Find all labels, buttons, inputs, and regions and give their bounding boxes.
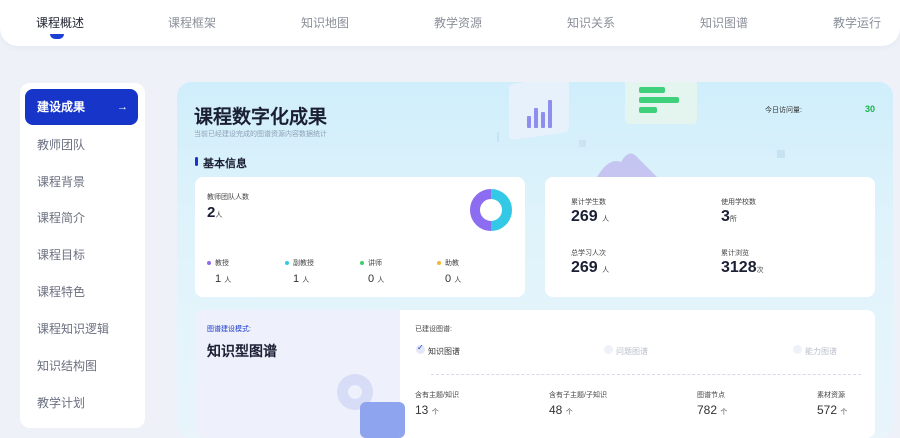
sidebar-item-course-goals[interactable]: 课程目标 <box>20 237 145 273</box>
tab-course-framework[interactable]: 课程框架 <box>168 14 216 31</box>
legend-dot <box>360 261 364 266</box>
team-count-value: 2人 <box>207 204 223 221</box>
legend-dot <box>285 261 289 266</box>
tab-course-overview[interactable]: 课程概述 <box>36 14 84 31</box>
stat-value-schools: 3所 <box>721 208 737 225</box>
stat-value-students: 269 人 <box>571 208 610 225</box>
graph-mode-value: 知识型图谱 <box>207 343 277 359</box>
sidebar-item-knowledge-logic[interactable]: 课程知识逻辑 <box>20 311 145 347</box>
team-donut-chart <box>470 189 512 231</box>
sidebar-item-teaching-plan[interactable]: 教学计划 <box>20 385 145 421</box>
stat-label-schools: 使用学校数 <box>721 199 756 206</box>
graph-build-card: 图谱建设模式: 知识型图谱 已建设图谱: ✓ 知识图谱 问题图谱 能力图谱 含有… <box>195 310 875 438</box>
graph-type-knowledge[interactable]: 知识图谱 <box>428 346 460 357</box>
sidebar-item-teacher-team[interactable]: 教师团队 <box>20 127 145 163</box>
sidebar-item-label: 建设成果 <box>37 100 86 114</box>
tab-knowledge-map[interactable]: 知识地图 <box>301 14 349 31</box>
metric-label-topics: 含有主题/知识 <box>415 392 459 399</box>
sidebar: 建设成果 → 教师团队 课程背景 课程简介 课程目标 课程特色 课程知识逻辑 知… <box>20 83 145 428</box>
metric-value-subtopics: 48 个 <box>549 403 573 417</box>
role-professor-count: 1 人 <box>215 273 232 285</box>
page-subtitle: 当前已经建设完成的图谱资源内容数据统计 <box>194 131 327 138</box>
role-associate-professor-count: 1 人 <box>293 273 310 285</box>
legend-dot <box>437 261 441 266</box>
today-visits-value: 30 <box>865 104 876 114</box>
unchecked-circle-icon[interactable] <box>793 345 802 354</box>
tab-knowledge-graph[interactable]: 知识图谱 <box>700 14 748 31</box>
graph-mode-label: 图谱建设模式: <box>207 326 251 333</box>
role-lecturer-count: 0 人 <box>368 273 385 285</box>
tab-teaching-resources[interactable]: 教学资源 <box>434 14 482 31</box>
legend-dot <box>207 261 211 266</box>
check-icon[interactable]: ✓ <box>416 343 425 354</box>
main-panel: 课程数字化成果 当前已经建设完成的图谱资源内容数据统计 今日访问量: 30 基本… <box>177 82 893 438</box>
metric-value-resources: 572 个 <box>817 403 848 417</box>
stat-label-learning: 总学习人次 <box>571 250 606 257</box>
page-title: 课程数字化成果 <box>194 107 328 128</box>
unchecked-circle-icon[interactable] <box>604 345 613 354</box>
stat-value-learning: 269 人 <box>571 259 610 276</box>
sidebar-item-achievements[interactable]: 建设成果 → <box>25 89 138 125</box>
role-lecturer: 讲师 <box>360 258 382 268</box>
section-marker <box>195 157 198 166</box>
graph-type-ability[interactable]: 能力图谱 <box>805 346 837 357</box>
location-pin-icon <box>337 374 405 438</box>
graph-type-problem[interactable]: 问题图谱 <box>616 346 648 357</box>
teacher-team-card: 教师团队人数 2人 教授 1 人 副教授 1 人 讲师 0 人 助教 0 人 <box>195 177 525 297</box>
team-count-label: 教师团队人数 <box>207 194 249 201</box>
stat-label-views: 累计浏览 <box>721 250 749 257</box>
arrow-right-icon: → <box>117 101 128 113</box>
metric-value-nodes: 782 个 <box>697 403 728 417</box>
metric-label-resources: 素材资源 <box>817 392 845 399</box>
chart-illustration-icon <box>497 82 785 177</box>
metric-value-topics: 13 个 <box>415 403 439 417</box>
tab-knowledge-relations[interactable]: 知识关系 <box>567 14 615 31</box>
usage-stats-card: 累计学生数 269 人 使用学校数 3所 总学习人次 269 人 累计浏览 31… <box>545 177 875 297</box>
role-assistant-count: 0 人 <box>445 273 462 285</box>
sidebar-item-course-intro[interactable]: 课程简介 <box>20 200 145 236</box>
tab-teaching-operation[interactable]: 教学运行 <box>833 14 881 31</box>
sidebar-item-course-background[interactable]: 课程背景 <box>20 164 145 200</box>
metric-label-subtopics: 含有子主题/子知识 <box>549 392 607 399</box>
today-visits-label: 今日访问量: <box>765 107 802 114</box>
active-tab-indicator <box>50 34 64 39</box>
dashed-divider <box>431 374 861 375</box>
role-associate-professor: 副教授 <box>285 258 314 268</box>
sidebar-item-course-features[interactable]: 课程特色 <box>20 274 145 310</box>
metric-label-nodes: 图谱节点 <box>697 392 725 399</box>
role-assistant: 助教 <box>437 258 459 268</box>
role-professor: 教授 <box>207 258 229 268</box>
stat-value-views: 3128次 <box>721 259 764 276</box>
built-graphs-label: 已建设图谱: <box>415 326 452 333</box>
section-title: 基本信息 <box>203 158 247 170</box>
top-nav: 课程概述 课程框架 知识地图 教学资源 知识关系 知识图谱 教学运行 <box>0 0 900 46</box>
graph-mode-panel: 图谱建设模式: 知识型图谱 <box>195 310 405 438</box>
stat-label-students: 累计学生数 <box>571 199 606 206</box>
sidebar-item-knowledge-structure[interactable]: 知识结构图 <box>20 348 145 384</box>
